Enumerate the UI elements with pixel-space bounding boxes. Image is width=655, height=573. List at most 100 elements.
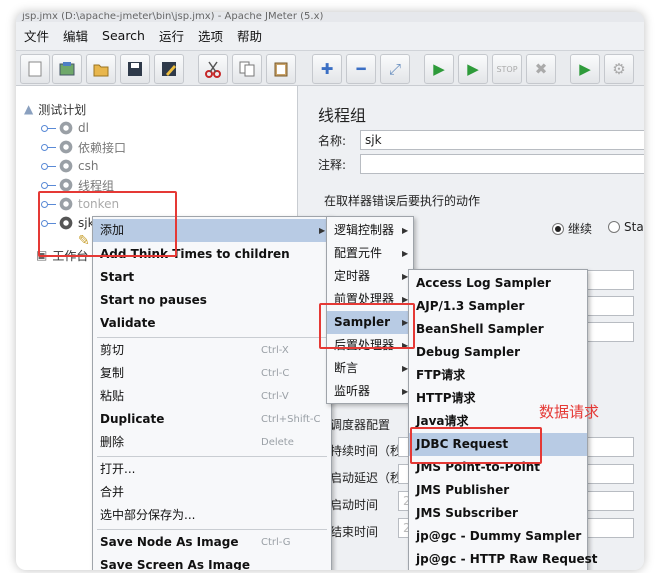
menu-file[interactable]: 文件 xyxy=(24,26,49,45)
menu-item-label: 断言 xyxy=(334,361,359,375)
collapse-icon[interactable]: ━ xyxy=(346,54,376,84)
menu-item-cut[interactable]: 剪切 Ctrl-X xyxy=(93,339,331,362)
menu-item-duplicate[interactable]: Duplicate Ctrl+Shift-C xyxy=(93,408,331,431)
menu-item-label: Add Think Times to children xyxy=(100,247,290,261)
tree-item-thread-group[interactable]: 线程组 xyxy=(41,176,114,194)
sampler-access-log[interactable]: Access Log Sampler xyxy=(409,272,587,295)
submenu-pre-processor[interactable]: 前置处理器 ▶ xyxy=(327,288,413,311)
sampler-jms-point-to-point[interactable]: JMS Point-to-Point xyxy=(409,456,587,479)
tree-item-dep[interactable]: 依赖接口 xyxy=(41,138,127,156)
expand-icon[interactable]: ✚ xyxy=(312,54,342,84)
panel-title: 线程组 xyxy=(318,106,367,125)
end-time-label: 结束时间 xyxy=(330,525,379,539)
shutdown-icon[interactable]: ✖ xyxy=(526,54,556,84)
tree-root-label: 测试计划 xyxy=(38,102,87,117)
sampler-dummy[interactable]: jp@gc - Dummy Sampler xyxy=(409,525,587,548)
sampler-jms-publisher[interactable]: JMS Publisher xyxy=(409,479,587,502)
gear-icon xyxy=(59,140,73,154)
submenu-timer[interactable]: 定时器 ▶ xyxy=(327,265,413,288)
tree-item-sjk[interactable]: sjk xyxy=(41,214,95,232)
menu-item-save-node-image[interactable]: Save Node As Image Ctrl-G xyxy=(93,531,331,554)
stop-icon[interactable]: STOP xyxy=(492,54,522,84)
template-icon[interactable] xyxy=(52,54,82,84)
menu-item-save-screen-image[interactable]: Save Screen As Image xyxy=(93,554,331,570)
menu-separator xyxy=(97,337,327,338)
menu-item-save-selection[interactable]: 选中部分保存为... xyxy=(93,504,331,527)
menu-item-label: 剪切 xyxy=(100,343,125,357)
menu-item-copy[interactable]: 复制 Ctrl-C xyxy=(93,362,331,385)
cut-icon[interactable] xyxy=(198,54,228,84)
menu-help[interactable]: 帮助 xyxy=(237,26,262,45)
menu-item-start[interactable]: Start xyxy=(93,266,331,289)
menu-item-add-think-times[interactable]: Add Think Times to children xyxy=(93,243,331,266)
comment-label: 注释: xyxy=(318,157,347,172)
remote-start-icon[interactable]: ▶ xyxy=(570,54,600,84)
menu-item-label: 复制 xyxy=(100,366,125,380)
node-handle-icon xyxy=(41,162,56,170)
new-icon[interactable] xyxy=(20,54,50,84)
remote-icon[interactable]: ⚙ xyxy=(604,54,634,84)
tree-item-dl[interactable]: dl xyxy=(41,119,89,137)
menu-item-start-no-pauses[interactable]: Start no pauses xyxy=(93,289,331,312)
comment-row: 注释: xyxy=(318,154,644,174)
menu-options[interactable]: 选项 xyxy=(198,26,223,45)
tree-root[interactable]: ▲ 测试计划 xyxy=(24,100,86,118)
sampler-ajp[interactable]: AJP/1.3 Sampler xyxy=(409,295,587,318)
radio-continue[interactable]: 继续 xyxy=(552,220,592,237)
save-as-icon[interactable] xyxy=(154,54,184,84)
node-handle-icon xyxy=(41,181,56,189)
menu-item-label: BeanShell Sampler xyxy=(416,322,544,336)
menu-edit[interactable]: 编辑 xyxy=(63,26,88,45)
start-no-pause-icon[interactable]: ▶ xyxy=(458,54,488,84)
sampler-debug[interactable]: Debug Sampler xyxy=(409,341,587,364)
tree-item-label: tonken xyxy=(78,197,120,211)
gear-icon xyxy=(59,159,73,173)
menu-item-open[interactable]: 打开... xyxy=(93,458,331,481)
sampler-beanshell[interactable]: BeanShell Sampler xyxy=(409,318,587,341)
menu-item-label: 打开... xyxy=(100,462,136,476)
menu-item-add[interactable]: 添加 ▶ xyxy=(93,219,331,242)
copy-icon[interactable] xyxy=(232,54,262,84)
menu-item-merge[interactable]: 合并 xyxy=(93,481,331,504)
gear-icon xyxy=(59,178,73,192)
menu-item-validate[interactable]: Validate xyxy=(93,312,331,335)
menu-item-delete[interactable]: 删除 Delete xyxy=(93,431,331,454)
menu-item-label: Sampler xyxy=(334,315,391,329)
sampler-ftp[interactable]: FTP请求 xyxy=(409,364,587,387)
tree-item-tonken[interactable]: tonken xyxy=(41,195,120,213)
sampler-jms-subscriber[interactable]: JMS Subscriber xyxy=(409,502,587,525)
menu-item-label: 监听器 xyxy=(334,384,371,398)
start-icon[interactable]: ▶ xyxy=(424,54,454,84)
shortcut-label: Ctrl+Shift-C xyxy=(261,414,321,425)
submenu-assertion[interactable]: 断言 ▶ xyxy=(327,357,413,380)
menu-run[interactable]: 运行 xyxy=(159,26,184,45)
submenu-post-processor[interactable]: 后置处理器 ▶ xyxy=(327,334,413,357)
radio-start-label: Sta xyxy=(624,220,644,234)
submenu-config-element[interactable]: 配置元件 ▶ xyxy=(327,242,413,265)
menu-item-label: jp@gc - HTTP Raw Request xyxy=(416,552,598,566)
gear-icon xyxy=(59,216,73,230)
sampler-jdbc-request[interactable]: JDBC Request xyxy=(409,433,587,456)
submenu-sampler[interactable]: Sampler ▶ xyxy=(327,311,413,334)
comment-input[interactable] xyxy=(360,154,644,174)
save-icon[interactable] xyxy=(120,54,150,84)
menu-item-label: Save Screen As Image xyxy=(100,558,250,570)
paste-icon[interactable] xyxy=(266,54,296,84)
name-input[interactable]: sjk xyxy=(360,130,644,150)
tree-item-label: 依赖接口 xyxy=(78,140,127,155)
workbench-label: 工作台 xyxy=(52,248,89,263)
tree-item-csh[interactable]: csh xyxy=(41,157,98,175)
menu-item-label: 合并 xyxy=(100,485,125,499)
tree-workbench[interactable]: ▣ 工作台 xyxy=(36,246,88,264)
shortcut-label: Ctrl-G xyxy=(261,537,291,548)
open-icon[interactable] xyxy=(86,54,116,84)
submenu-listener[interactable]: 监听器 ▶ xyxy=(327,380,413,403)
name-row: 名称: sjk xyxy=(318,130,644,150)
toggle-icon[interactable]: ⤢ xyxy=(380,54,410,84)
submenu-logic-controller[interactable]: 逻辑控制器 ▶ xyxy=(327,219,413,242)
node-handle-icon xyxy=(41,143,56,151)
menu-item-paste[interactable]: 粘贴 Ctrl-V xyxy=(93,385,331,408)
menu-search[interactable]: Search xyxy=(102,28,145,43)
sampler-http-raw[interactable]: jp@gc - HTTP Raw Request xyxy=(409,548,598,570)
radio-start-next[interactable]: Sta xyxy=(608,220,644,234)
